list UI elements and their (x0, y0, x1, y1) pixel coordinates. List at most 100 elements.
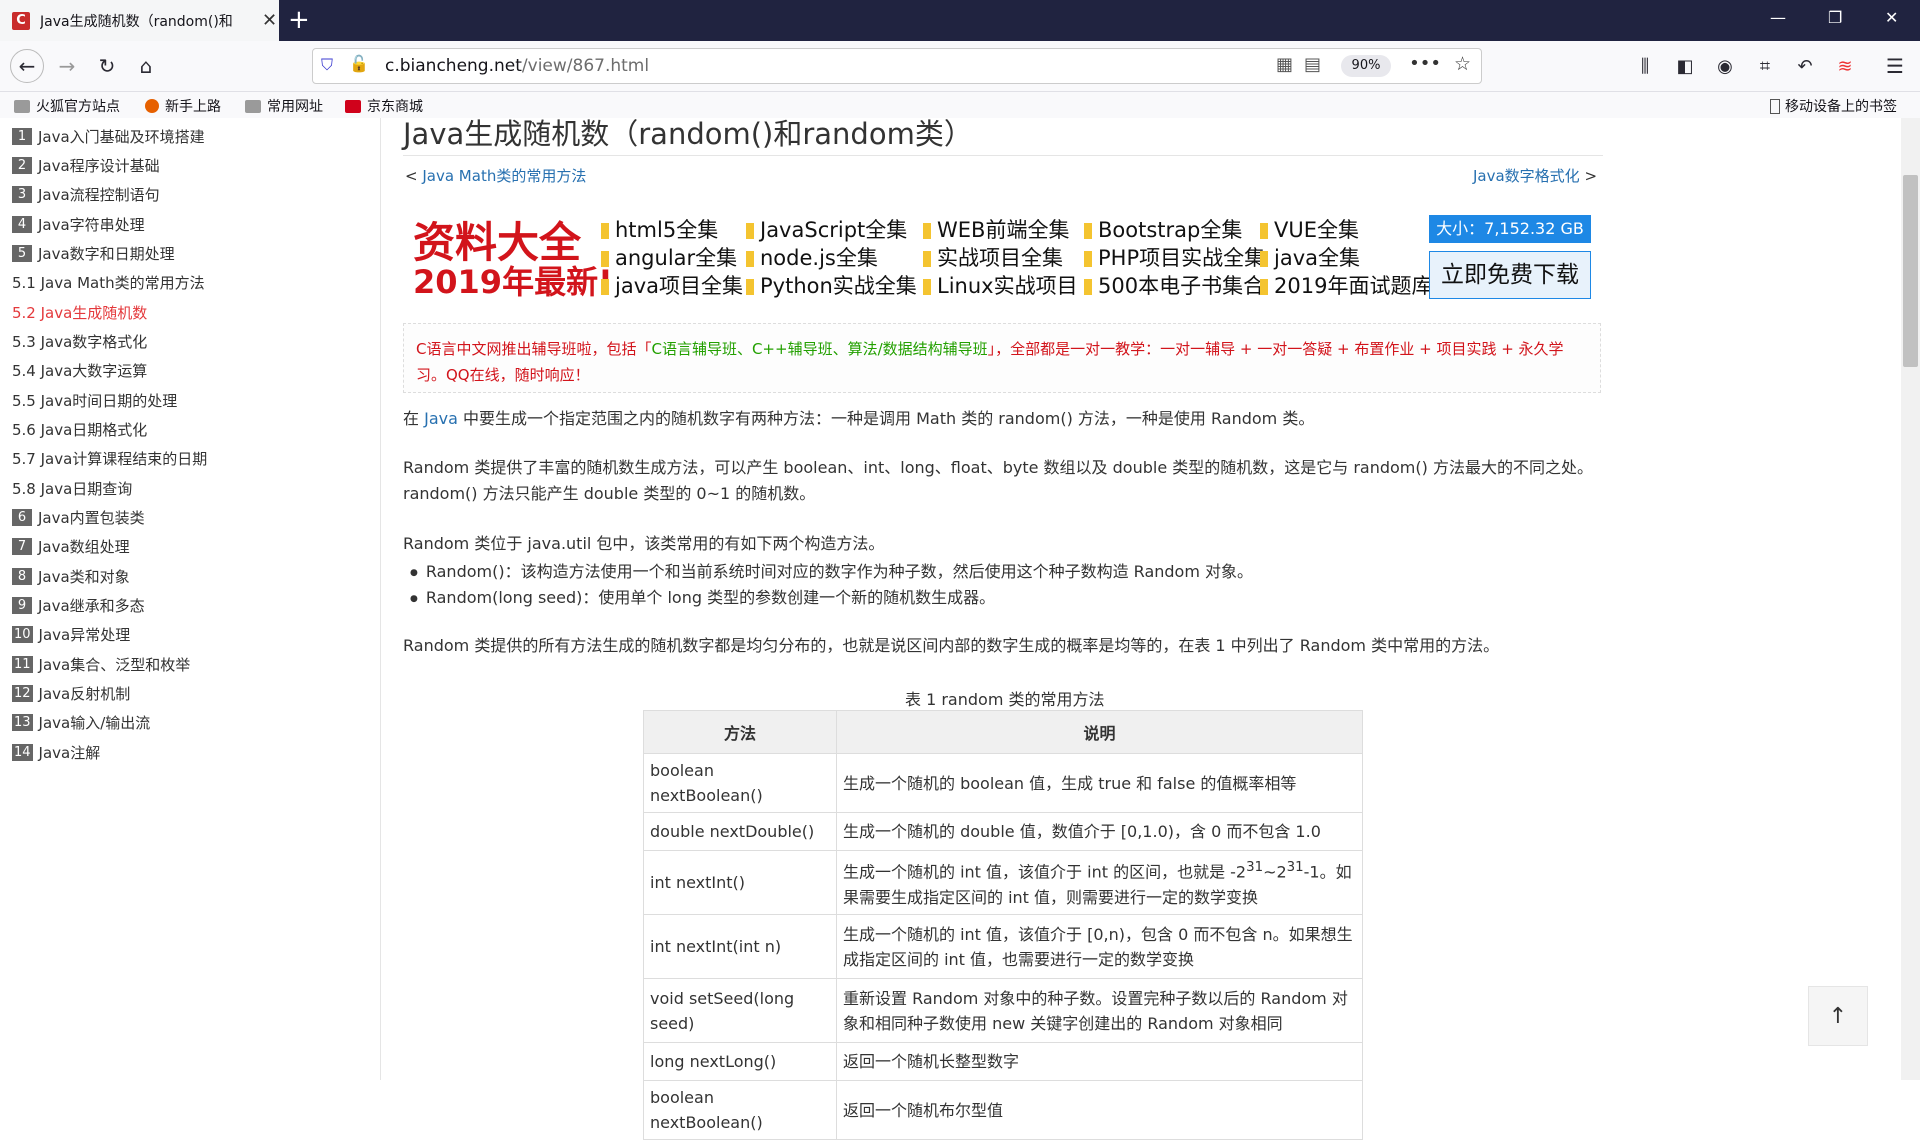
sidebar-item-label: Java流程控制语句 (38, 185, 160, 204)
sidebar-item[interactable]: 1 Java入门基础及环境搭建 (12, 124, 205, 148)
screenshot-icon[interactable]: ⌗ (1750, 51, 1780, 81)
chapter-number: 2 (12, 156, 32, 174)
sidebar-item[interactable]: 10 Java异常处理 (12, 622, 130, 646)
page-title: Java生成随机数（random()和random类） (403, 117, 973, 151)
exponent: 31 (1246, 860, 1264, 876)
sidebar-item[interactable]: 3 Java流程控制语句 (12, 182, 160, 206)
chapter-number: 10 (12, 625, 33, 643)
banner-link[interactable]: Python实战全集 (746, 270, 917, 300)
ad-banner[interactable]: 资料大全 2019年最新! html5全集 JavaScript全集 WEB前端… (403, 205, 1603, 305)
sidebar-toggle-icon[interactable]: ◧ (1670, 51, 1700, 81)
menu-icon[interactable]: ☰ (1880, 51, 1910, 81)
sidebar-item[interactable]: 6 Java内置包装类 (12, 505, 145, 529)
new-tab-icon[interactable]: + (288, 6, 310, 34)
zoom-level[interactable]: 90% (1341, 55, 1391, 77)
sidebar-item[interactable]: 2 Java程序设计基础 (12, 153, 160, 177)
sidebar-item-label: Java数组处理 (38, 537, 130, 556)
scrollbar-thumb[interactable] (1903, 175, 1918, 367)
banner-link[interactable]: 2019年面试题库 (1260, 270, 1432, 300)
banner-link[interactable]: 500本电子书集合 (1084, 270, 1264, 300)
sidebar-item[interactable]: 8 Java类和对象 (12, 564, 130, 588)
bookmark-item[interactable]: 常用网址 (245, 96, 323, 116)
forward-icon[interactable]: → (52, 51, 82, 81)
restore-icon[interactable]: ❐ (1828, 8, 1842, 27)
tab-title: Java生成随机数（random()和 (40, 13, 233, 30)
banner-link[interactable]: WEB前端全集 (923, 214, 1069, 244)
back-to-top-button[interactable]: ↑ (1808, 986, 1868, 1046)
sidebar-item-active[interactable]: 5.2 Java生成随机数 (12, 300, 147, 324)
chapter-number: 4 (12, 215, 32, 233)
table-row: long nextLong() 返回一个随机长整型数字 (643, 1042, 1363, 1081)
shield-icon[interactable]: ⛉ (321, 55, 333, 75)
back-icon[interactable]: ← (10, 49, 44, 83)
banner-link[interactable]: java全集 (1260, 242, 1360, 272)
sidebar-item[interactable]: 12 Java反射机制 (12, 681, 130, 705)
java-link[interactable]: Java (424, 409, 458, 428)
next-arrow: > (1584, 167, 1598, 185)
chapter-number: 14 (12, 743, 33, 761)
banner-link[interactable]: VUE全集 (1260, 214, 1359, 244)
table-header-row: 方法 说明 (643, 710, 1363, 754)
banner-link[interactable]: PHP项目实战全集 (1084, 242, 1265, 272)
minimize-icon[interactable]: — (1770, 8, 1786, 27)
banner-link[interactable]: Linux实战项目 (923, 270, 1078, 300)
sidebar-item[interactable]: 5 Java数字和日期处理 (12, 241, 175, 265)
sidebar-item-label: Java注解 (38, 743, 101, 762)
sidebar-item[interactable]: 5.6 Java日期格式化 (12, 417, 147, 441)
banner-link[interactable]: html5全集 (601, 214, 718, 244)
banner-link[interactable]: node.js全集 (746, 242, 878, 272)
mobile-bookmarks-label: 移动设备上的书签 (1785, 99, 1897, 115)
methods-table: 方法 说明 boolean nextBoolean() 生成一个随机的 bool… (643, 710, 1363, 1140)
sidebar-item[interactable]: 14 Java注解 (12, 740, 100, 764)
page-actions-icon[interactable]: ••• (1409, 53, 1441, 74)
table-row: boolean nextBoolean() 返回一个随机布尔型值 (643, 1080, 1363, 1140)
bookmark-star-icon[interactable]: ☆ (1454, 53, 1471, 75)
banner-link[interactable]: JavaScript全集 (746, 214, 907, 244)
sidebar-item-label: Java入门基础及环境搭建 (38, 127, 205, 146)
sidebar-item[interactable]: 7 Java数组处理 (12, 534, 130, 558)
table-row: boolean nextBoolean() 生成一个随机的 boolean 值，… (643, 753, 1363, 813)
bookmark-item[interactable]: 新手上路 (145, 96, 221, 116)
banner-link[interactable]: angular全集 (601, 242, 737, 272)
banner-link[interactable]: 实战项目全集 (923, 242, 1063, 272)
insecure-lock-icon[interactable]: 🔓 (349, 54, 369, 73)
qr-code-icon[interactable]: ▦ (1276, 54, 1293, 75)
close-window-icon[interactable]: ✕ (1885, 8, 1898, 27)
close-tab-icon[interactable]: ✕ (262, 10, 277, 31)
notice-text: C语言中文网推出辅导班啦，包括「 (416, 340, 652, 358)
bookmark-item[interactable]: 火狐官方站点 (14, 96, 120, 116)
sidebar-item[interactable]: 9 Java继承和多态 (12, 593, 145, 617)
sidebar-item[interactable]: 5.7 Java计算课程结束的日期 (12, 446, 207, 470)
next-article-link[interactable]: Java数字格式化 (1473, 167, 1580, 185)
free-download-button[interactable]: 立即免费下载 (1429, 251, 1591, 299)
sidebar-item[interactable]: 5.3 Java数字格式化 (12, 329, 147, 353)
banner-link[interactable]: Bootstrap全集 (1084, 214, 1242, 244)
description-cell: 生成一个随机的 int 值，该值介于 int 的区间，也就是 -231~231-… (836, 850, 1363, 915)
chapter-sidebar: 1 Java入门基础及环境搭建 2 Java程序设计基础 3 Java流程控制语句 4… (0, 118, 381, 1080)
address-bar[interactable]: ⛉ 🔓 c.biancheng.net/view/867.html ▦ ▤ 90… (312, 48, 1482, 84)
reader-view-icon[interactable]: ▤ (1304, 54, 1321, 75)
promo-notice[interactable]: C语言中文网推出辅导班啦，包括「C语言辅导班、C++辅导班、算法/数据结构辅导班… (403, 323, 1601, 393)
sidebar-item[interactable]: 13 Java输入/输出流 (12, 710, 150, 734)
url-text[interactable]: c.biancheng.net/view/867.html (385, 56, 649, 76)
prev-article-link[interactable]: Java Math类的常用方法 (422, 167, 586, 185)
mobile-bookmarks[interactable]: 移动设备上的书签 (1770, 96, 1897, 116)
home-icon[interactable]: ⌂ (131, 51, 161, 81)
sidebar-item[interactable]: 5.5 Java时间日期的处理 (12, 388, 177, 412)
banner-link[interactable]: java项目全集 (601, 270, 743, 300)
chapter-number: 1 (12, 127, 32, 145)
library-icon[interactable]: ⫼ (1630, 51, 1660, 81)
extension-icon[interactable]: ≋ (1830, 51, 1860, 81)
sidebar-item[interactable]: 5.4 Java大数字运算 (12, 358, 147, 382)
account-icon[interactable]: ◉ (1710, 51, 1740, 81)
sidebar-item-label: 5.3 Java数字格式化 (12, 332, 148, 351)
sidebar-item[interactable]: 11 Java集合、泛型和枚举 (12, 652, 190, 676)
chapter-number: 13 (12, 713, 33, 731)
undo-icon[interactable]: ↶ (1790, 51, 1820, 81)
sidebar-item[interactable]: 5.1 Java Math类的常用方法 (12, 270, 205, 294)
sidebar-item[interactable]: 4 Java字符串处理 (12, 212, 145, 236)
sidebar-item[interactable]: 5.8 Java日期查询 (12, 476, 132, 500)
bookmark-label: 常用网址 (267, 99, 323, 115)
browser-tab[interactable]: C Java生成随机数（random()和 ✕ (0, 0, 279, 41)
reload-icon[interactable]: ↻ (92, 51, 122, 81)
